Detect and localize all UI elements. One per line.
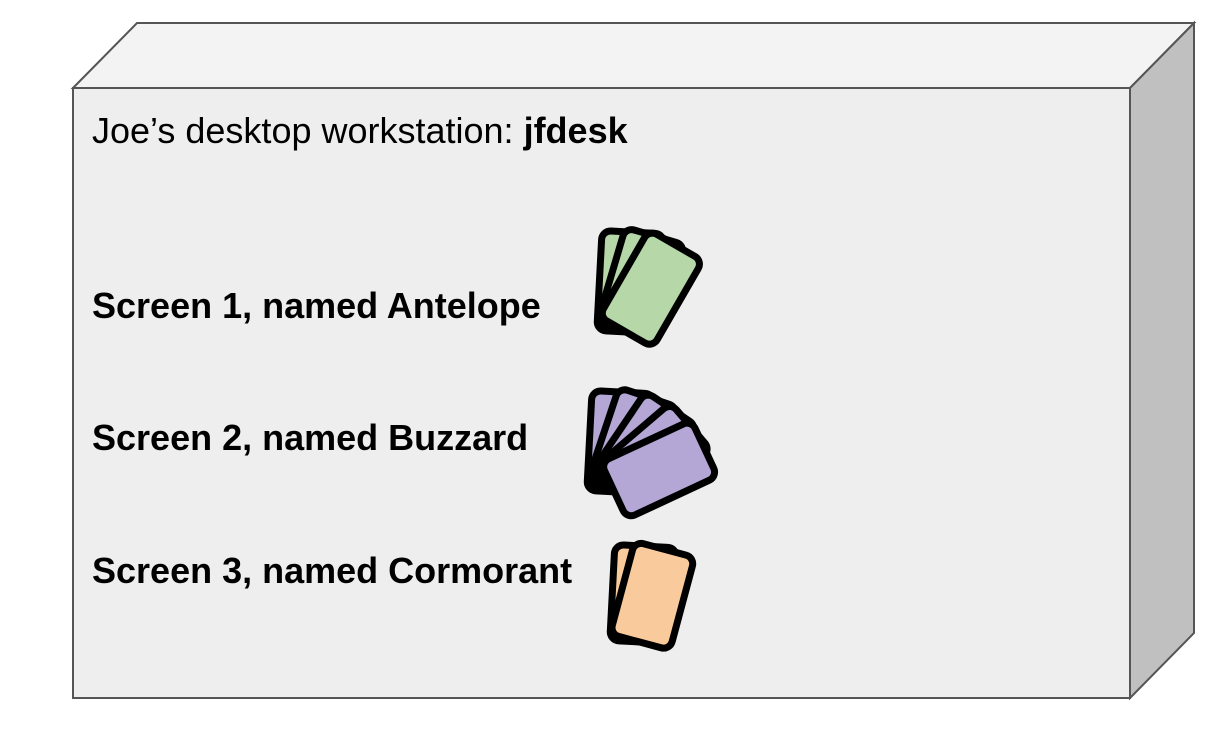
- workstation-label: Joe’s desktop workstation:: [92, 110, 524, 151]
- workstation-title: Joe’s desktop workstation: jfdesk: [92, 110, 628, 152]
- screen-3-label: Screen 3, named Cormorant: [92, 550, 573, 591]
- box-side-face: [1129, 20, 1195, 701]
- box-top-face: [70, 22, 1197, 89]
- screen-1-label: Screen 1, named Antelope: [92, 285, 541, 326]
- screen-2-label: Screen 2, named Buzzard: [92, 417, 529, 458]
- workstation-hostname: jfdesk: [523, 110, 628, 151]
